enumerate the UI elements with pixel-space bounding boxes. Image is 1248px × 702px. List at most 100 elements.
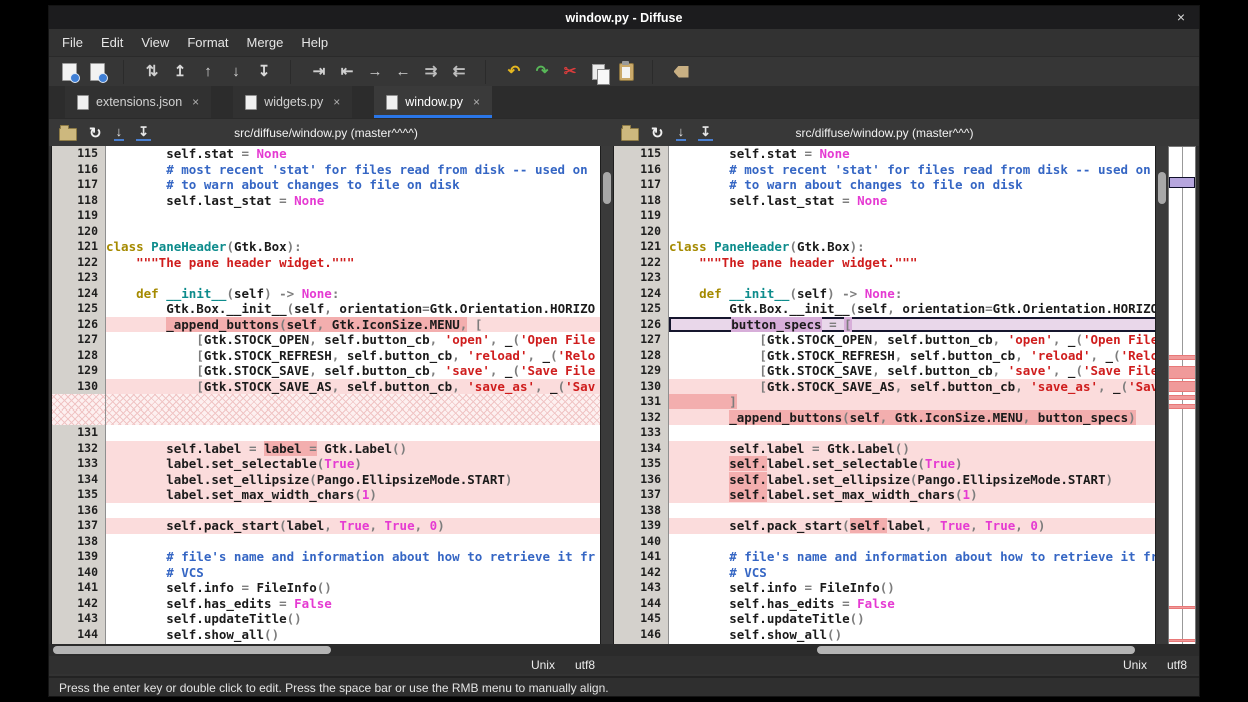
code-line[interactable]: [106, 208, 600, 224]
copy-button[interactable]: [585, 60, 611, 84]
realign-button[interactable]: ⇅: [139, 60, 165, 84]
code-line[interactable]: class PaneHeader(Gtk.Box):: [106, 239, 600, 255]
open-file-icon[interactable]: [59, 128, 77, 141]
code-line[interactable]: [106, 534, 600, 550]
code-line[interactable]: self.updateTitle(): [669, 611, 1155, 627]
menu-item-edit[interactable]: Edit: [92, 31, 132, 54]
save-file-as-icon[interactable]: ↧: [698, 125, 713, 141]
code-line[interactable]: [Gtk.STOCK_SAVE_AS, self.button_cb, 'sav…: [106, 379, 600, 395]
code-line[interactable]: self.label.set_selectable(True): [669, 456, 1155, 472]
tab-widgets-py[interactable]: widgets.py×: [233, 86, 352, 118]
code-line[interactable]: [669, 503, 1155, 519]
code-line[interactable]: label.set_ellipsize(Pango.EllipsizeMode.…: [106, 472, 600, 488]
code-line[interactable]: self.show_all(): [106, 627, 600, 643]
code-line[interactable]: self.last_stat = None: [106, 193, 600, 209]
code-line[interactable]: self.info = FileInfo(): [669, 580, 1155, 596]
code-line[interactable]: _append_buttons(self, Gtk.IconSize.MENU,…: [106, 317, 600, 333]
code-line[interactable]: [106, 224, 600, 240]
save-file-as-icon[interactable]: ↧: [136, 125, 151, 141]
code-line[interactable]: def __init__(self) -> None:: [669, 286, 1155, 302]
tab-extensions-json[interactable]: extensions.json×: [65, 86, 211, 118]
code-line[interactable]: class PaneHeader(Gtk.Box):: [669, 239, 1155, 255]
code-line[interactable]: label.set_selectable(True): [106, 456, 600, 472]
right-code-pane[interactable]: self.stat = None # most recent 'stat' fo…: [669, 146, 1156, 644]
clear-edits-button[interactable]: [668, 60, 694, 84]
diff-overview-map[interactable]: [1168, 146, 1196, 658]
right-horizontal-scrollbar[interactable]: [613, 645, 1156, 655]
first-difference-button[interactable]: ↥: [167, 60, 193, 84]
left-horizontal-scrollbar-thumb[interactable]: [53, 646, 331, 654]
open-file-icon[interactable]: [621, 128, 639, 141]
menu-item-help[interactable]: Help: [292, 31, 337, 54]
code-line[interactable]: [Gtk.STOCK_REFRESH, self.button_cb, 'rel…: [106, 348, 600, 364]
code-line[interactable]: # VCS: [106, 565, 600, 581]
copy-selection-right-button[interactable]: ⇥: [306, 60, 332, 84]
code-line[interactable]: [Gtk.STOCK_SAVE_AS, self.button_cb, 'sav…: [669, 379, 1155, 395]
code-line[interactable]: [669, 224, 1155, 240]
code-line[interactable]: self.show_all(): [669, 627, 1155, 643]
code-line[interactable]: [Gtk.STOCK_REFRESH, self.button_cb, 'rel…: [669, 348, 1155, 364]
code-line[interactable]: def __init__(self) -> None:: [106, 286, 600, 302]
code-line[interactable]: self.stat = None: [106, 146, 600, 162]
merge-from-left-button[interactable]: ⇉: [418, 60, 444, 84]
code-line[interactable]: self.label.set_ellipsize(Pango.Ellipsize…: [669, 472, 1155, 488]
merge-from-right-button[interactable]: ⇇: [446, 60, 472, 84]
code-line[interactable]: [Gtk.STOCK_OPEN, self.button_cb, 'open',…: [106, 332, 600, 348]
new-2way-merge-button[interactable]: [56, 60, 82, 84]
code-line[interactable]: # most recent 'stat' for files read from…: [106, 162, 600, 178]
code-line[interactable]: [669, 425, 1155, 441]
left-vertical-scrollbar[interactable]: [601, 146, 613, 644]
code-line[interactable]: _append_buttons(self, Gtk.IconSize.MENU,…: [669, 410, 1155, 426]
code-line[interactable]: self.last_stat = None: [669, 193, 1155, 209]
save-file-icon[interactable]: ↓: [676, 125, 687, 141]
next-difference-button[interactable]: ↓: [223, 60, 249, 84]
code-line[interactable]: self.updateTitle(): [106, 611, 600, 627]
previous-difference-button[interactable]: ↑: [195, 60, 221, 84]
menu-item-format[interactable]: Format: [178, 31, 237, 54]
code-line[interactable]: Gtk.Box.__init__(self, orientation=Gtk.O…: [669, 301, 1155, 317]
save-file-icon[interactable]: ↓: [114, 125, 125, 141]
code-line[interactable]: [Gtk.STOCK_SAVE, self.button_cb, 'save',…: [106, 363, 600, 379]
reload-file-icon[interactable]: ↻: [651, 126, 664, 141]
code-line[interactable]: self.pack_start(label, True, True, 0): [106, 518, 600, 534]
tab-close-icon[interactable]: ×: [473, 95, 480, 109]
copy-selection-left-button[interactable]: ⇤: [334, 60, 360, 84]
code-line[interactable]: self.stat = None: [669, 146, 1155, 162]
code-line[interactable]: [106, 425, 600, 441]
code-line[interactable]: self.label = label = Gtk.Label(): [106, 441, 600, 457]
right-horizontal-scrollbar-thumb[interactable]: [817, 646, 1135, 654]
close-window-icon[interactable]: ×: [1177, 9, 1185, 25]
paste-button[interactable]: [613, 60, 639, 84]
right-vertical-scrollbar[interactable]: [1156, 146, 1168, 644]
code-line[interactable]: label.set_max_width_chars(1): [106, 487, 600, 503]
new-3way-merge-button[interactable]: [84, 60, 110, 84]
left-vertical-scrollbar-thumb[interactable]: [603, 172, 611, 204]
redo-button[interactable]: ↷: [529, 60, 555, 84]
menu-item-view[interactable]: View: [132, 31, 178, 54]
reload-file-icon[interactable]: ↻: [89, 126, 102, 141]
code-line[interactable]: ]: [669, 394, 1155, 410]
code-line[interactable]: self.info = FileInfo(): [106, 580, 600, 596]
tab-window-py[interactable]: window.py×: [374, 86, 492, 118]
code-line[interactable]: Gtk.Box.__init__(self, orientation=Gtk.O…: [106, 301, 600, 317]
copy-right-into-selection-button[interactable]: →: [362, 60, 388, 84]
code-line[interactable]: # most recent 'stat' for files read from…: [669, 162, 1155, 178]
code-line[interactable]: # file's name and information about how …: [669, 549, 1155, 565]
cut-button[interactable]: ✂: [557, 60, 583, 84]
code-line[interactable]: # file's name and information about how …: [106, 549, 600, 565]
tab-close-icon[interactable]: ×: [333, 95, 340, 109]
code-line[interactable]: [Gtk.STOCK_OPEN, self.button_cb, 'open',…: [669, 332, 1155, 348]
code-line[interactable]: # to warn about changes to file on disk: [106, 177, 600, 193]
code-line[interactable]: [106, 503, 600, 519]
code-line[interactable]: self.has_edits = False: [106, 596, 600, 612]
last-difference-button[interactable]: ↧: [251, 60, 277, 84]
code-line[interactable]: self.pack_start(self.label, True, True, …: [669, 518, 1155, 534]
code-line[interactable]: """The pane header widget.""": [669, 255, 1155, 271]
selected-code-line[interactable]: button_specs = [: [669, 317, 1155, 333]
code-line[interactable]: [669, 534, 1155, 550]
title-bar[interactable]: window.py - Diffuse ×: [49, 6, 1199, 29]
menu-item-merge[interactable]: Merge: [237, 31, 292, 54]
right-vertical-scrollbar-thumb[interactable]: [1158, 172, 1166, 204]
code-line[interactable]: self.label = Gtk.Label(): [669, 441, 1155, 457]
code-line[interactable]: # to warn about changes to file on disk: [669, 177, 1155, 193]
